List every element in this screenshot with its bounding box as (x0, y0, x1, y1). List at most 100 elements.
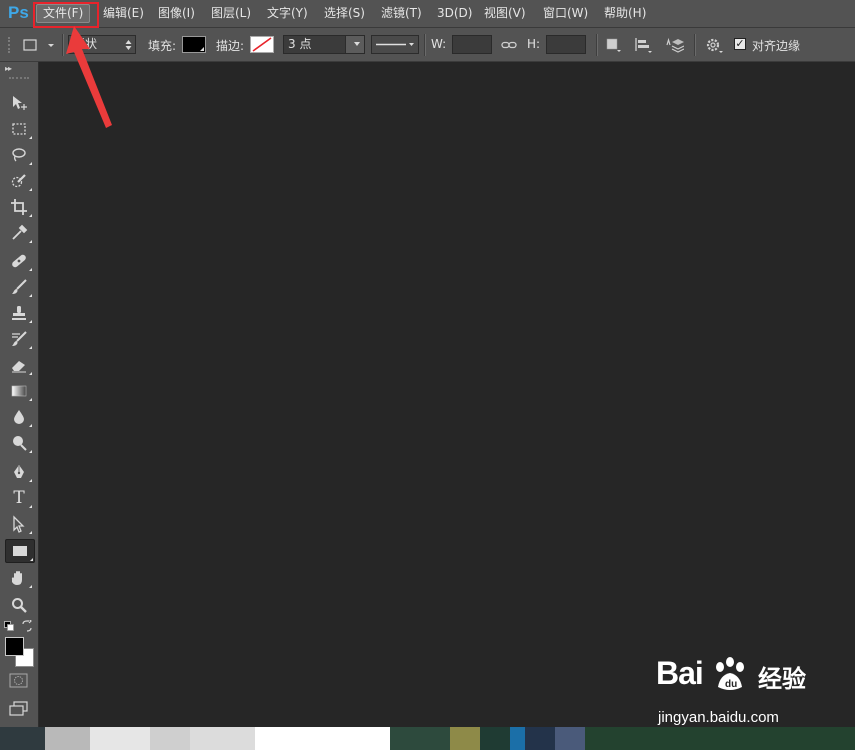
quick-selection-icon (11, 174, 26, 188)
document-workspace[interactable] (39, 62, 855, 727)
pixel-block (0, 727, 45, 750)
tool-group-corner (29, 424, 32, 427)
width-input[interactable] (452, 35, 492, 54)
move-tool[interactable] (5, 92, 33, 114)
tool-group-corner (29, 585, 32, 588)
type-tool[interactable]: T (5, 487, 33, 509)
path-operations-icon[interactable] (604, 36, 622, 54)
tool-group-corner (29, 240, 32, 243)
pixel-block (150, 727, 190, 750)
menu-image[interactable]: 图像(I) (158, 5, 195, 22)
brush-icon (12, 279, 27, 294)
stroke-width-field[interactable]: 3 点 (283, 35, 365, 54)
pixel-block (525, 727, 555, 750)
stroke-width-dropdown-button[interactable] (345, 36, 364, 53)
tool-group-corner (29, 162, 32, 165)
collapse-panel-icon[interactable]: ▸▸ (5, 64, 12, 73)
swatch-corner (200, 47, 204, 51)
pen-icon (14, 465, 24, 478)
default-colors-icon[interactable] (4, 621, 14, 631)
pixel-block (585, 727, 855, 750)
toolbox-grip[interactable] (9, 77, 29, 81)
marquee-icon (12, 123, 26, 135)
menu-type[interactable]: 文字(Y) (267, 5, 308, 22)
path-selection-tool[interactable] (5, 513, 33, 535)
tool-group-corner (29, 136, 32, 139)
foreground-color-swatch[interactable] (5, 637, 24, 656)
jingyan-brand-text: 经验 (758, 665, 806, 693)
eraser-tool[interactable] (5, 354, 33, 376)
separator (424, 34, 426, 56)
path-selection-icon (13, 515, 25, 533)
pixel-block (510, 727, 525, 750)
swap-colors-icon[interactable] (21, 620, 33, 632)
fill-color-swatch[interactable] (182, 36, 206, 53)
tool-group-corner (30, 558, 33, 561)
eyedropper-tool[interactable] (5, 222, 33, 244)
pixel-block (190, 727, 255, 750)
align-edges-checkbox[interactable]: ✓ (734, 38, 746, 50)
dodge-tool[interactable] (5, 432, 33, 454)
path-arrangement-icon[interactable] (664, 36, 685, 54)
tool-preset-picker[interactable] (20, 36, 60, 54)
menu-select[interactable]: 选择(S) (324, 5, 365, 22)
gear-icon[interactable] (704, 36, 723, 54)
photoshop-logo: Ps (8, 3, 29, 22)
gradient-icon (11, 385, 27, 397)
stroke-width-value: 3 点 (288, 37, 312, 51)
stamp-icon (12, 306, 26, 320)
stroke-color-swatch[interactable] (250, 36, 274, 53)
pixel-block (555, 727, 585, 750)
menu-view[interactable]: 视图(V) (484, 5, 526, 22)
align-edges-label: 对齐边缘 (752, 39, 801, 53)
menu-edit[interactable]: 编辑(E) (103, 5, 144, 22)
zoom-icon (12, 598, 27, 613)
menu-layer[interactable]: 图层(L) (211, 5, 251, 22)
move-icon (13, 96, 27, 110)
menu-filter[interactable]: 滤镜(T) (381, 5, 422, 22)
tool-group-corner (29, 214, 32, 217)
rectangle-icon (13, 546, 27, 556)
color-swatches (5, 637, 35, 667)
pen-tool[interactable] (5, 461, 33, 483)
dodge-icon (13, 436, 27, 451)
brush-tool[interactable] (5, 276, 33, 298)
screen-mode-icon[interactable] (9, 701, 29, 717)
rectangle-tool[interactable] (5, 539, 35, 563)
lasso-tool[interactable] (5, 144, 33, 166)
quick-mask-icon[interactable] (9, 673, 29, 689)
tool-group-corner (29, 372, 32, 375)
height-input[interactable] (546, 35, 586, 54)
menu-help[interactable]: 帮助(H) (604, 5, 646, 22)
tool-group-corner (29, 320, 32, 323)
separator (596, 34, 598, 56)
menu-3d[interactable]: 3D(D) (437, 5, 472, 22)
tool-group-corner (29, 268, 32, 271)
menu-window[interactable]: 窗口(W) (543, 5, 588, 22)
blur-tool[interactable] (5, 406, 33, 428)
fill-label: 填充: (148, 39, 177, 53)
spot-healing-brush-tool[interactable] (5, 250, 33, 272)
history-brush-tool[interactable] (5, 328, 33, 350)
tool-group-corner (29, 450, 32, 453)
baidu-jingyan-watermark: Bai du 经验 jingyan.baidu.com (650, 655, 820, 730)
hand-icon (11, 571, 22, 585)
link-icon[interactable] (500, 36, 518, 54)
tool-group-corner (29, 346, 32, 349)
options-grip[interactable] (8, 37, 12, 53)
updown-arrows-icon (125, 40, 132, 50)
rectangular-marquee-tool[interactable] (5, 118, 33, 140)
no-stroke-icon (252, 37, 272, 52)
bandage-icon (12, 254, 26, 268)
hand-tool[interactable] (5, 567, 33, 589)
gradient-tool[interactable] (5, 380, 33, 402)
height-label: H: (527, 37, 541, 51)
options-bar: 形状 填充: 描边: 3 点 W: H (0, 28, 855, 62)
clone-stamp-tool[interactable] (5, 302, 33, 324)
path-alignment-icon[interactable] (634, 36, 652, 54)
crop-tool[interactable] (5, 196, 33, 218)
pixelated-taskbar (0, 727, 855, 750)
stroke-type-dropdown[interactable] (371, 35, 419, 54)
zoom-tool[interactable] (5, 594, 33, 616)
quick-selection-tool[interactable] (5, 170, 33, 192)
